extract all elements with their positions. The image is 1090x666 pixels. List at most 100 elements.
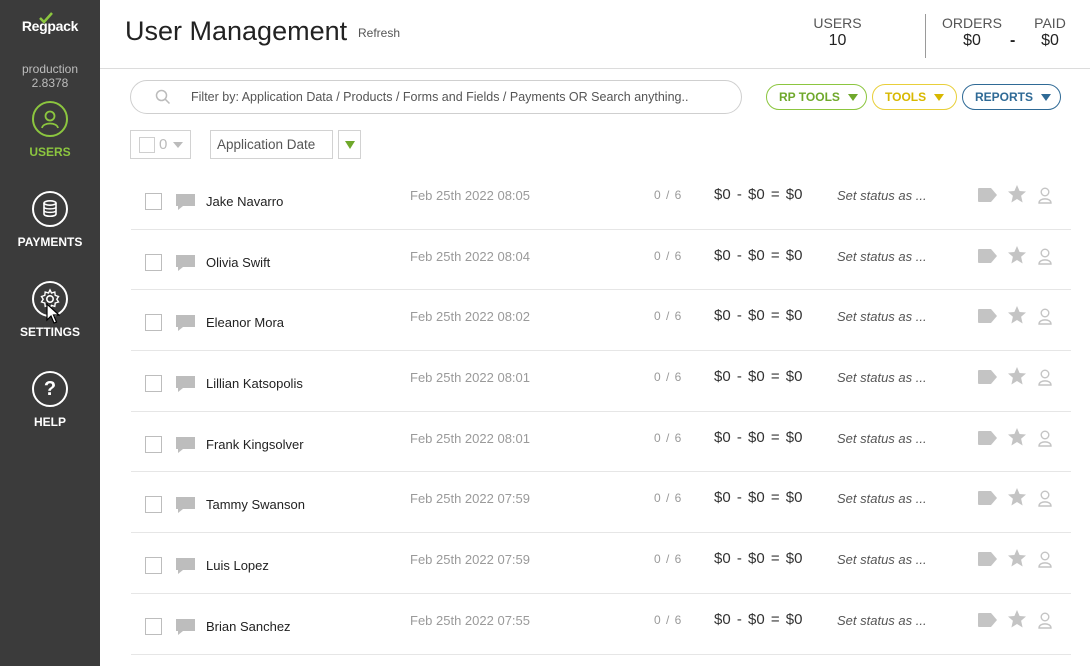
sidebar-item-help[interactable]: ? HELP	[0, 371, 100, 429]
person-icon[interactable]	[1037, 611, 1053, 629]
paid-stat-label: PAID	[1034, 15, 1066, 31]
row-checkbox[interactable]	[145, 496, 162, 514]
tag-icon[interactable]	[977, 490, 998, 506]
person-icon[interactable]	[1037, 489, 1053, 508]
star-icon[interactable]	[1007, 487, 1027, 507]
mouse-cursor-icon	[46, 303, 60, 324]
message-icon[interactable]	[175, 375, 196, 393]
star-icon[interactable]	[1007, 305, 1027, 325]
user-name[interactable]: Lillian Katsopolis	[206, 376, 303, 391]
logo-check-icon	[39, 12, 53, 24]
page-title: User Management	[125, 16, 348, 46]
users-stat-value: 10	[828, 32, 847, 49]
orders-stat: ORDERS $0	[940, 15, 1004, 50]
search-bar[interactable]	[130, 80, 742, 114]
tag-icon[interactable]	[977, 430, 998, 446]
status-select[interactable]: Set status as ...	[837, 491, 927, 506]
message-icon[interactable]	[175, 193, 196, 211]
person-icon[interactable]	[1037, 186, 1053, 204]
message-icon[interactable]	[175, 618, 196, 636]
user-row[interactable]: Eleanor Mora Feb 25th 2022 08:02 0 / 6 $…	[131, 290, 1071, 352]
rp-tools-button[interactable]: RP TOOLS	[766, 84, 867, 110]
message-icon[interactable]	[175, 436, 196, 454]
message-icon[interactable]	[175, 496, 196, 514]
status-select[interactable]: Set status as ...	[837, 370, 927, 385]
user-row[interactable]: Jake Navarro Feb 25th 2022 08:05 0 / 6 $…	[131, 169, 1071, 230]
refresh-link[interactable]: Refresh	[358, 26, 400, 40]
row-checkbox[interactable]	[145, 435, 162, 453]
chevron-down-icon	[934, 93, 945, 101]
tag-icon[interactable]	[977, 308, 998, 324]
header-divider	[925, 14, 926, 58]
user-name[interactable]: Olivia Swift	[206, 255, 270, 270]
sort-down-icon	[344, 140, 355, 149]
user-row[interactable]: Olivia Swift Feb 25th 2022 08:04 0 / 6 $…	[131, 230, 1071, 291]
regpack-logo[interactable]: Regpack	[0, 12, 100, 34]
star-icon[interactable]	[1007, 184, 1027, 204]
user-row[interactable]: Lillian Katsopolis Feb 25th 2022 08:01 0…	[131, 351, 1071, 412]
chevron-down-icon	[847, 93, 858, 101]
forms-progress: 0 / 6	[654, 612, 683, 627]
status-select[interactable]: Set status as ...	[837, 552, 927, 567]
person-icon[interactable]	[1037, 247, 1053, 265]
person-icon[interactable]	[1037, 429, 1053, 447]
user-name[interactable]: Jake Navarro	[206, 194, 283, 209]
sort-direction-button[interactable]	[338, 130, 361, 159]
coins-icon	[32, 191, 68, 227]
person-icon[interactable]	[1037, 368, 1053, 386]
person-icon[interactable]	[1037, 550, 1053, 568]
status-select[interactable]: Set status as ...	[837, 249, 927, 264]
status-select[interactable]: Set status as ...	[837, 431, 927, 446]
user-row[interactable]: Frank Kingsolver Feb 25th 2022 08:01 0 /…	[131, 412, 1071, 473]
star-icon[interactable]	[1007, 548, 1027, 568]
version-number: 2.8378	[31, 76, 69, 90]
star-icon[interactable]	[1007, 366, 1027, 386]
status-select[interactable]: Set status as ...	[837, 613, 927, 628]
sidebar-item-users[interactable]: USERS	[0, 101, 100, 159]
user-name[interactable]: Eleanor Mora	[206, 315, 284, 330]
tag-icon[interactable]	[977, 551, 998, 567]
reports-button[interactable]: REPORTS	[962, 84, 1061, 110]
row-checkbox[interactable]	[145, 375, 162, 393]
selected-count: 0	[159, 136, 168, 153]
message-icon[interactable]	[175, 557, 196, 575]
sidebar-label-users: USERS	[29, 145, 71, 159]
user-row[interactable]: Luis Lopez Feb 25th 2022 07:59 0 / 6 $0 …	[131, 533, 1071, 594]
star-icon[interactable]	[1007, 427, 1027, 447]
person-icon[interactable]	[1037, 307, 1053, 326]
tag-icon[interactable]	[977, 369, 998, 385]
page-header: User Management Refresh USERS 10 ORDERS …	[100, 0, 1090, 69]
question-icon: ?	[32, 371, 68, 407]
row-checkbox[interactable]	[145, 253, 162, 271]
star-icon[interactable]	[1007, 245, 1027, 265]
tools-button[interactable]: TOOLS	[872, 84, 957, 110]
paid-stat: PAID $0	[1028, 15, 1072, 50]
star-icon[interactable]	[1007, 609, 1027, 629]
tag-icon[interactable]	[977, 187, 998, 203]
balance-summary: $0 - $0 = $0	[714, 489, 803, 507]
user-name[interactable]: Frank Kingsolver	[206, 437, 304, 452]
balance-summary: $0 - $0 = $0	[714, 550, 803, 568]
paid-stat-value: $0	[1041, 32, 1059, 49]
row-checkbox[interactable]	[145, 557, 162, 575]
tag-icon[interactable]	[977, 612, 998, 628]
select-all-dropdown[interactable]: 0	[130, 130, 191, 159]
row-checkbox[interactable]	[145, 617, 162, 635]
user-row[interactable]: Tammy Swanson Feb 25th 2022 07:59 0 / 6 …	[131, 472, 1071, 534]
search-input[interactable]	[191, 87, 731, 107]
row-checkbox[interactable]	[145, 193, 162, 210]
user-name[interactable]: Luis Lopez	[206, 558, 269, 573]
application-date: Feb 25th 2022 08:01	[410, 430, 530, 446]
user-name[interactable]: Tammy Swanson	[206, 497, 305, 512]
select-all-checkbox[interactable]	[139, 136, 155, 153]
row-checkbox[interactable]	[145, 314, 162, 332]
user-row[interactable]: Brian Sanchez Feb 25th 2022 07:55 0 / 6 …	[131, 594, 1071, 655]
user-name[interactable]: Brian Sanchez	[206, 619, 291, 634]
message-icon[interactable]	[175, 254, 196, 272]
sort-field-select[interactable]: Application Date	[210, 130, 333, 159]
message-icon[interactable]	[175, 314, 196, 332]
sidebar-item-payments[interactable]: PAYMENTS	[0, 191, 100, 249]
tag-icon[interactable]	[977, 248, 998, 264]
status-select[interactable]: Set status as ...	[837, 309, 927, 324]
status-select[interactable]: Set status as ...	[837, 188, 927, 203]
